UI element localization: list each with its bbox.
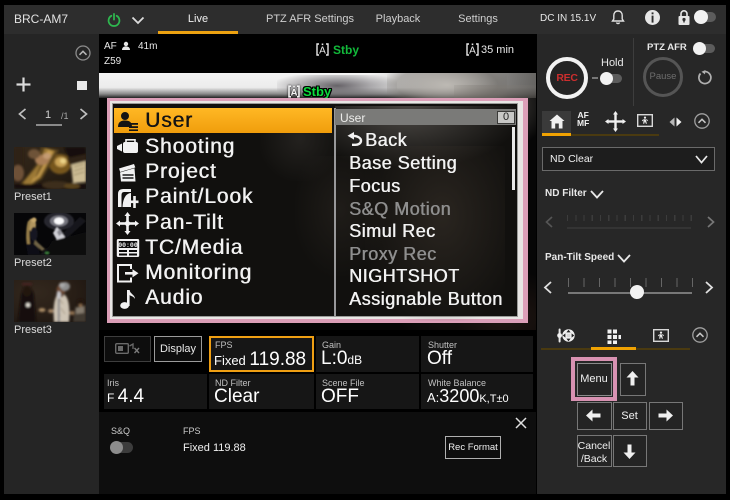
svg-text:A: A (319, 46, 326, 57)
svg-text:A: A (469, 46, 476, 57)
svg-text:A: A (291, 88, 298, 99)
svg-text:00:00: 00:00 (118, 242, 138, 249)
